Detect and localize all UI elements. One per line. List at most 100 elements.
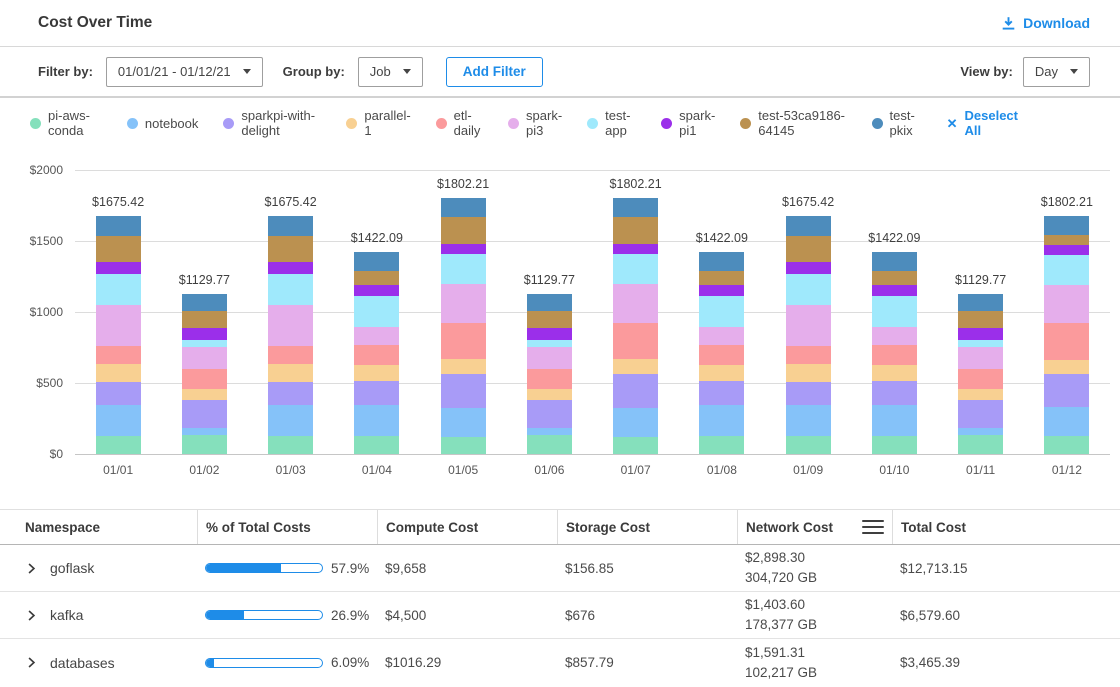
bar-segment[interactable] — [613, 408, 658, 437]
bar-segment[interactable] — [182, 328, 227, 341]
bar-segment[interactable] — [613, 198, 658, 216]
bar-segment[interactable] — [1044, 374, 1089, 407]
column-header-compute[interactable]: Compute Cost — [377, 510, 557, 544]
bar-segment[interactable] — [527, 328, 572, 341]
bar-segment[interactable] — [527, 369, 572, 389]
bar-segment[interactable] — [699, 271, 744, 285]
stacked-bar[interactable] — [354, 252, 399, 454]
stacked-bar[interactable] — [613, 198, 658, 454]
bar-segment[interactable] — [354, 252, 399, 271]
legend-item[interactable]: test-53ca9186-64145 — [740, 108, 846, 138]
bar-segment[interactable] — [96, 216, 141, 236]
bar-segment[interactable] — [958, 428, 1003, 435]
bar-segment[interactable] — [441, 217, 486, 244]
bar-segment[interactable] — [1044, 360, 1089, 374]
bar-segment[interactable] — [182, 435, 227, 454]
bar-segment[interactable] — [441, 437, 486, 454]
bar-segment[interactable] — [872, 271, 917, 285]
bar-segment[interactable] — [96, 382, 141, 405]
bar-segment[interactable] — [786, 262, 831, 275]
bar-segment[interactable] — [786, 274, 831, 304]
bar-segment[interactable] — [786, 405, 831, 436]
bar-segment[interactable] — [354, 271, 399, 285]
bar-segment[interactable] — [613, 217, 658, 244]
bar-segment[interactable] — [96, 405, 141, 436]
stacked-bar[interactable] — [182, 294, 227, 454]
bar-segment[interactable] — [182, 294, 227, 311]
bar-segment[interactable] — [527, 311, 572, 328]
bar-segment[interactable] — [872, 327, 917, 345]
bar-segment[interactable] — [182, 340, 227, 347]
bar-segment[interactable] — [872, 436, 917, 454]
bar-segment[interactable] — [958, 328, 1003, 341]
bar-segment[interactable] — [613, 244, 658, 254]
bar-segment[interactable] — [699, 252, 744, 271]
bar-segment[interactable] — [958, 340, 1003, 347]
bar-segment[interactable] — [613, 323, 658, 360]
bar-segment[interactable] — [786, 305, 831, 346]
stacked-bar[interactable] — [441, 198, 486, 454]
bar-segment[interactable] — [872, 285, 917, 296]
column-header-storage[interactable]: Storage Cost — [557, 510, 737, 544]
bar-segment[interactable] — [699, 381, 744, 405]
bar-segment[interactable] — [268, 346, 313, 364]
stacked-bar[interactable] — [527, 294, 572, 454]
bar-segment[interactable] — [699, 405, 744, 436]
bar-segment[interactable] — [182, 428, 227, 435]
legend-item[interactable]: pi-aws-conda — [30, 108, 102, 138]
bar-segment[interactable] — [527, 428, 572, 435]
bar-segment[interactable] — [1044, 323, 1089, 360]
bar-segment[interactable] — [958, 347, 1003, 368]
bar-segment[interactable] — [354, 405, 399, 436]
bar-segment[interactable] — [268, 382, 313, 405]
bar-segment[interactable] — [613, 374, 658, 408]
bar-segment[interactable] — [182, 400, 227, 428]
legend-item[interactable]: parallel-1 — [346, 108, 410, 138]
bar-segment[interactable] — [268, 216, 313, 236]
bar-segment[interactable] — [1044, 255, 1089, 284]
bar-segment[interactable] — [527, 294, 572, 311]
legend-item[interactable]: notebook — [127, 116, 199, 131]
chevron-right-icon[interactable] — [25, 609, 38, 622]
bar-segment[interactable] — [613, 437, 658, 454]
bar-segment[interactable] — [268, 236, 313, 261]
bar-segment[interactable] — [613, 254, 658, 284]
bar-segment[interactable] — [872, 365, 917, 381]
bar-segment[interactable] — [441, 374, 486, 408]
bar-segment[interactable] — [1044, 285, 1089, 323]
legend-item[interactable]: spark-pi3 — [508, 108, 562, 138]
group-by-select[interactable]: Job — [358, 57, 423, 87]
bar-segment[interactable] — [96, 364, 141, 382]
bar-segment[interactable] — [699, 327, 744, 345]
bar-segment[interactable] — [527, 347, 572, 368]
bar-segment[interactable] — [699, 345, 744, 365]
bar-segment[interactable] — [354, 285, 399, 296]
bar-segment[interactable] — [441, 244, 486, 254]
bar-segment[interactable] — [354, 381, 399, 405]
bar-segment[interactable] — [354, 436, 399, 454]
bar-segment[interactable] — [96, 436, 141, 454]
bar-segment[interactable] — [268, 262, 313, 275]
chevron-right-icon[interactable] — [25, 562, 38, 575]
bar-segment[interactable] — [268, 364, 313, 382]
bar-segment[interactable] — [958, 400, 1003, 428]
stacked-bar[interactable] — [872, 252, 917, 454]
deselect-all-button[interactable]: ✕ Deselect All — [947, 108, 1018, 138]
stacked-bar[interactable] — [1044, 216, 1089, 454]
column-header-percent[interactable]: % of Total Costs — [197, 510, 377, 544]
bar-segment[interactable] — [872, 405, 917, 436]
legend-item[interactable]: spark-pi1 — [661, 108, 715, 138]
bar-segment[interactable] — [1044, 235, 1089, 246]
bar-segment[interactable] — [958, 294, 1003, 311]
bar-segment[interactable] — [182, 369, 227, 389]
bar-segment[interactable] — [958, 311, 1003, 328]
bar-segment[interactable] — [1044, 407, 1089, 437]
download-button[interactable]: Download — [1001, 15, 1090, 31]
bar-segment[interactable] — [96, 305, 141, 346]
bar-segment[interactable] — [441, 198, 486, 216]
bar-segment[interactable] — [354, 327, 399, 345]
view-by-select[interactable]: Day — [1023, 57, 1090, 87]
column-header-total[interactable]: Total Cost — [892, 510, 1095, 544]
legend-item[interactable]: etl-daily — [436, 108, 483, 138]
bar-segment[interactable] — [182, 389, 227, 400]
